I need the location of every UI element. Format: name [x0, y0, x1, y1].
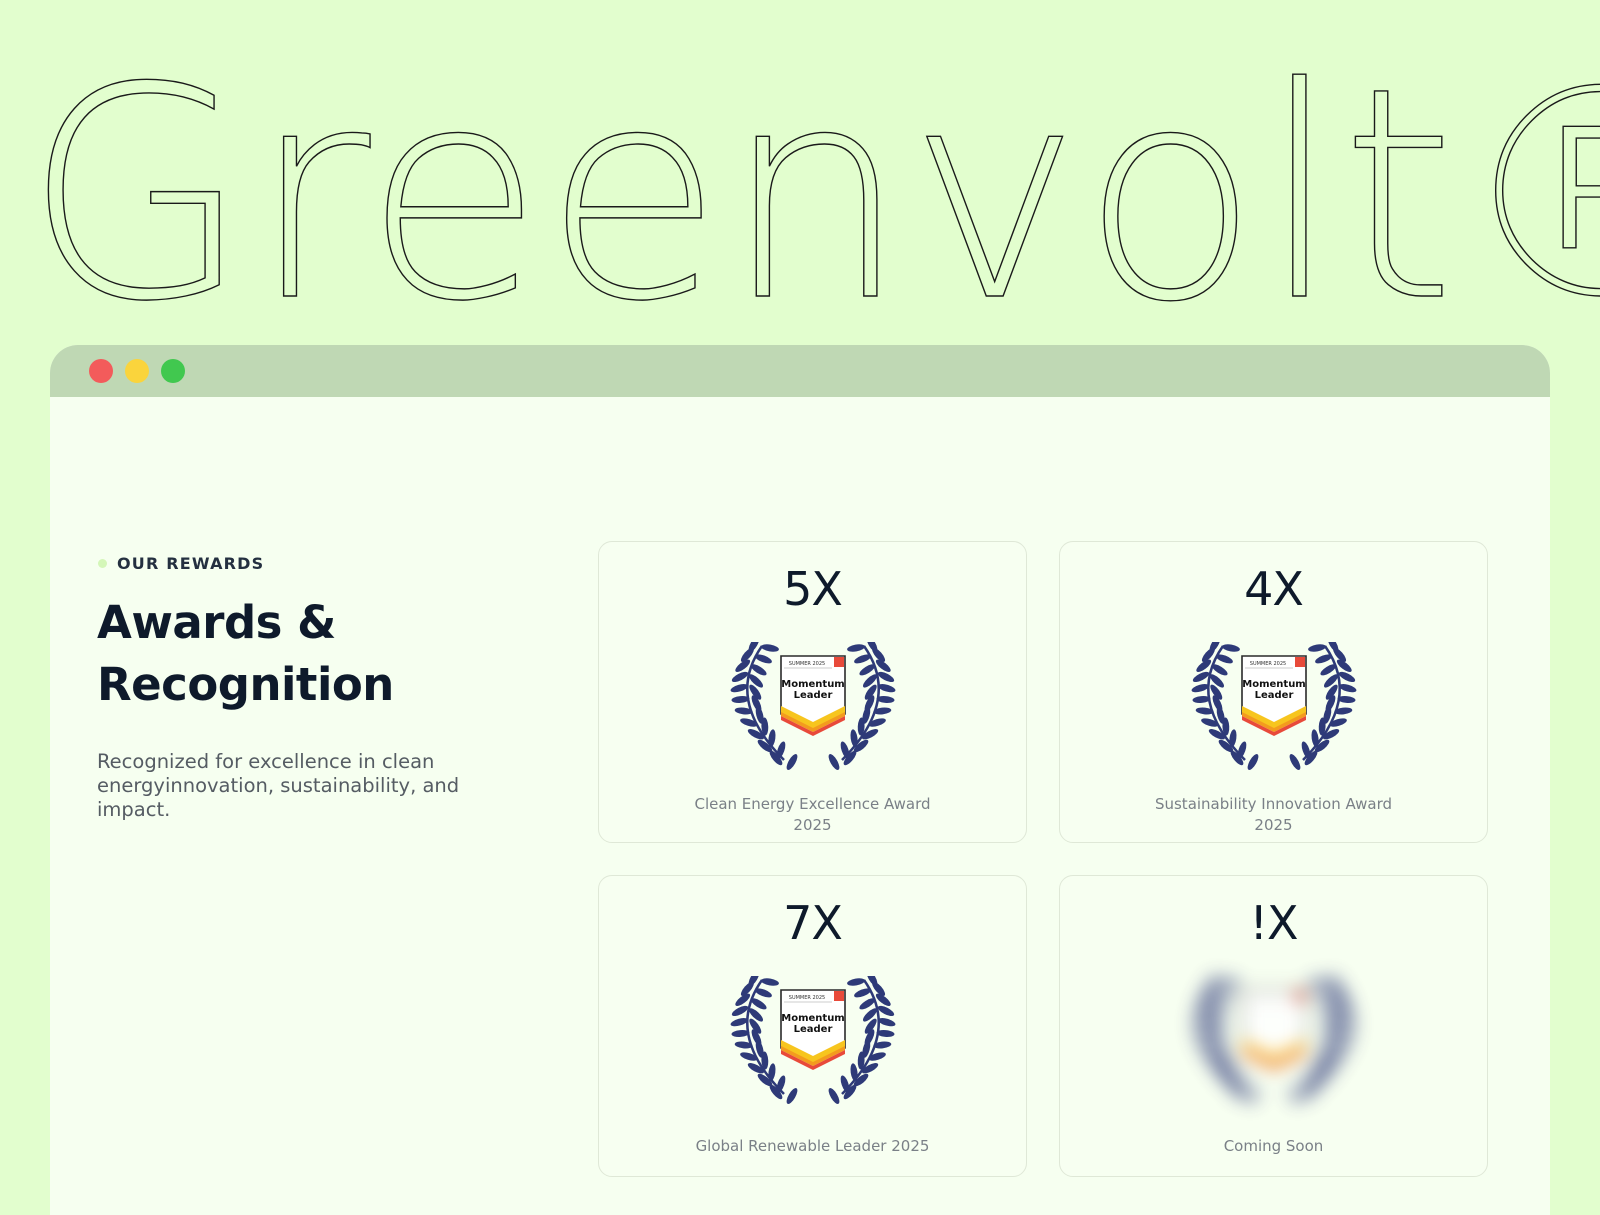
window-maximize-button[interactable]	[161, 359, 185, 383]
award-count: 5X	[783, 562, 843, 616]
eyebrow-dot-icon	[98, 559, 107, 568]
award-caption-line: Clean Energy Excellence Award	[694, 795, 931, 813]
eyebrow-label: OUR REWARDS	[117, 554, 265, 573]
window-titlebar	[50, 345, 1550, 397]
award-caption: Global Renewable Leader 2025	[659, 1136, 966, 1157]
window-close-button[interactable]	[89, 359, 113, 383]
badge-title-line1: Momentum	[781, 1013, 844, 1024]
award-card: 7X SUMMER 2025 Momentum Leader Global Rene…	[598, 875, 1027, 1177]
award-caption-line: Coming Soon	[1223, 1137, 1324, 1155]
award-card: !X Coming Soon	[1059, 875, 1488, 1177]
award-caption: Sustainability Innovation Award 2025	[1120, 794, 1427, 836]
award-card: 5X SUMMER 2025 Momentum Leader Clean Energ…	[598, 541, 1027, 843]
badge-season-label: SUMMER 2025	[789, 661, 825, 667]
section-title: Awards & Recognition	[97, 596, 394, 711]
award-count: 4X	[1244, 562, 1304, 616]
section-eyebrow: OUR REWARDS	[98, 554, 264, 573]
badge-title-line1: Momentum	[781, 679, 844, 690]
badge-title-line1: Momentum	[1242, 679, 1305, 690]
award-caption-year: 2025	[1254, 816, 1293, 834]
award-count: 7X	[783, 896, 843, 950]
award-caption: Clean Energy Excellence Award 2025	[659, 794, 966, 836]
award-caption: Coming Soon	[1120, 1136, 1427, 1157]
award-card: 4X SUMMER 2025 Momentum Leader Sustainabil…	[1059, 541, 1488, 843]
blurred-laurel-badge-icon	[1191, 976, 1357, 1104]
laurel-badge-icon: SUMMER 2025 MomentumLeader	[730, 642, 896, 770]
browser-window: OUR REWARDS Awards & Recognition Recogni…	[50, 345, 1550, 1215]
badge-season-label: SUMMER 2025	[1250, 661, 1286, 667]
award-caption-line: Sustainability Innovation Award	[1154, 795, 1393, 813]
laurel-badge-icon: SUMMER 2025 MomentumLeader	[730, 976, 896, 1104]
award-caption-line: Global Renewable Leader 2025	[695, 1137, 930, 1155]
brand-wordmark: Greenvolt®	[23, 60, 1600, 320]
award-count: !X	[1249, 896, 1299, 950]
brand-wordmark-text: Greenvolt®	[24, 60, 1600, 320]
laurel-badge-icon: SUMMER 2025 MomentumLeader	[1191, 642, 1357, 770]
badge-title-line2: Leader	[794, 690, 833, 701]
badge-title-line2: Leader	[794, 1024, 833, 1035]
badge-title-line2: Leader	[1255, 690, 1294, 701]
section-description: Recognized for excellence in clean energ…	[97, 750, 460, 821]
award-caption-year: 2025	[793, 816, 832, 834]
window-minimize-button[interactable]	[125, 359, 149, 383]
badge-season-label: SUMMER 2025	[789, 995, 825, 1001]
